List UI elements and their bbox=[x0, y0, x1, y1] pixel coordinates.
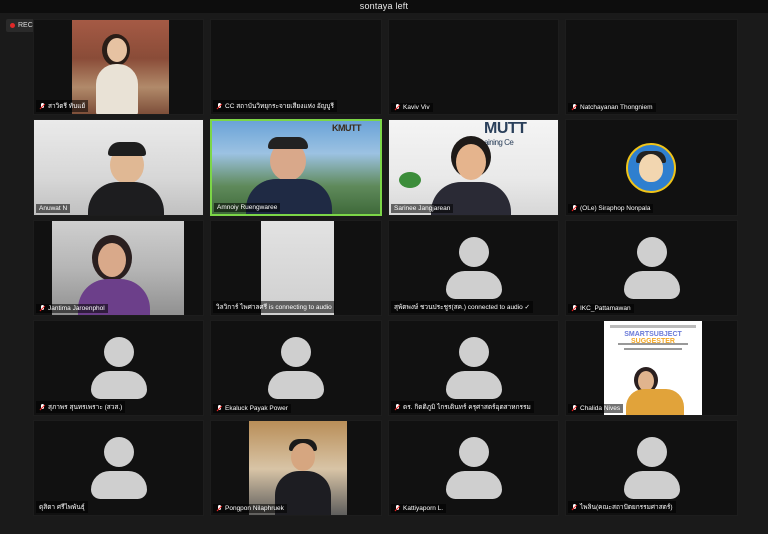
participant-tile[interactable]: Pongpon Nilaphruek bbox=[210, 420, 382, 516]
tile-sign: KMUTT bbox=[332, 123, 362, 133]
recording-label: REC bbox=[18, 22, 33, 29]
window-title: sontaya left bbox=[359, 1, 409, 11]
participant-name-tag: ดร. กิตติภูมิ ไกรเดินทร์ ครุศาสตร์อุตสาห… bbox=[391, 401, 534, 413]
participant-tile[interactable]: สาวิตรี ทับแย้ bbox=[33, 19, 204, 115]
kmutt-sign: MUTT aining Ce bbox=[484, 120, 558, 170]
participant-name-tag: Pongpon Nilaphruek bbox=[213, 504, 287, 513]
participant-name: (OLe) Siraphop Nonpala bbox=[580, 205, 651, 212]
participant-name: ดุสิตา ศรีไพพันธุ์ bbox=[39, 504, 85, 511]
participant-tile[interactable]: Natchayanan Thongniem bbox=[565, 19, 738, 115]
participant-name: Sarinee Jangjarean bbox=[394, 205, 451, 212]
profile-picture bbox=[626, 143, 676, 193]
avatar-placeholder bbox=[90, 437, 147, 499]
participant-name-tag: Kattiyaporn L. bbox=[391, 504, 447, 513]
participant-name-tag: Sarinee Jangjarean bbox=[391, 204, 454, 213]
participant-name: ดร. กิตติภูมิ ไกรเดินทร์ ครุศาสตร์อุตสาห… bbox=[403, 404, 531, 411]
participant-tile[interactable]: SMARTSUBJECT SUGGESTER Chalida Nives bbox=[565, 320, 738, 416]
participant-name-tag: Natchayanan Thongniem bbox=[568, 103, 656, 112]
participant-name-tag: CC สถาบันวิทยุกระจายเสียงแห่ง อัญบูรี bbox=[213, 100, 337, 112]
participant-video bbox=[249, 421, 347, 515]
participant-tile[interactable]: MUTT aining Ce Sarinee Jangjarean bbox=[388, 119, 559, 216]
participant-name-tag: Jantima Jaroenphol bbox=[36, 304, 108, 313]
participant-tile[interactable]: สุพัตพงษ์ ชวนประชูร(สค.) connected to au… bbox=[388, 220, 559, 316]
avatar-placeholder bbox=[90, 337, 147, 399]
avatar-placeholder bbox=[623, 437, 680, 499]
participant-name-tag: สาวิตรี ทับแย้ bbox=[36, 100, 89, 112]
participant-name: CC สถาบันวิทยุกระจายเสียงแห่ง อัญบูรี bbox=[225, 103, 334, 110]
participant-tile[interactable]: สุภาพร สุนทรเพราะ (สวส.) bbox=[33, 320, 204, 416]
participant-tile[interactable]: Kaviv Viv bbox=[388, 19, 559, 115]
participant-video: KMUTT bbox=[212, 121, 380, 214]
participant-tile[interactable]: Kattiyaporn L. bbox=[388, 420, 559, 516]
participant-name-tag: สุภาพร สุนทรเพราะ (สวส.) bbox=[36, 401, 126, 413]
participant-tile[interactable]: ไพลิน(คณะสถาปัตยกรรมศาสตร์) bbox=[565, 420, 738, 516]
avatar-placeholder bbox=[445, 337, 502, 399]
participant-name: วิลวิการ์ ไพศาลศรี is connecting to audi… bbox=[216, 304, 332, 311]
kmutt-sign-main: MUTT bbox=[484, 120, 527, 137]
mic-muted-icon bbox=[39, 305, 46, 312]
mic-muted-icon bbox=[216, 102, 223, 110]
participant-name-tag: (OLe) Siraphop Nonpala bbox=[568, 204, 654, 213]
mic-muted-icon bbox=[216, 405, 223, 412]
participant-video: MUTT aining Ce bbox=[389, 120, 558, 215]
kmutt-sign-sub: aining Ce bbox=[484, 138, 514, 147]
participant-tile[interactable]: Ekaluck Payak Power bbox=[210, 320, 382, 416]
participant-name-tag: สุพัตพงษ์ ชวนประชูร(สค.) connected to au… bbox=[391, 301, 533, 313]
title-bar: sontaya left bbox=[0, 0, 768, 13]
participant-tile-active-speaker[interactable]: KMUTT Amnoiy Ruengwaree bbox=[210, 119, 382, 216]
participant-name-tag: ดุสิตา ศรีไพพันธุ์ bbox=[36, 501, 88, 513]
participant-tile[interactable]: ดุสิตา ศรีไพพันธุ์ bbox=[33, 420, 204, 516]
mic-muted-icon bbox=[571, 305, 578, 312]
record-dot-icon bbox=[10, 23, 15, 28]
avatar-placeholder bbox=[268, 337, 324, 399]
participant-name-tag: Chalida Nives bbox=[568, 404, 624, 413]
participant-tile[interactable]: Jantima Jaroenphol bbox=[33, 220, 204, 316]
mic-muted-icon bbox=[571, 104, 578, 111]
participant-video bbox=[52, 221, 184, 315]
participant-tile[interactable]: CC สถาบันวิทยุกระจายเสียงแห่ง อัญบูรี bbox=[210, 19, 382, 115]
participant-name: สุภาพร สุนทรเพราะ (สวส.) bbox=[48, 404, 123, 411]
participant-name-tag: IKC_Pattamawan bbox=[568, 304, 634, 313]
participant-name-tag: Anuwat N bbox=[36, 204, 71, 213]
participant-name-tag: Amnoiy Ruengwaree bbox=[214, 203, 281, 212]
participant-name-tag: Kaviv Viv bbox=[391, 103, 433, 112]
mic-muted-icon bbox=[394, 403, 401, 411]
participant-name: Anuwat N bbox=[39, 205, 68, 212]
poster-brand-a: SMARTSUBJECT bbox=[624, 331, 682, 338]
participant-name: Pongpon Nilaphruek bbox=[225, 505, 284, 512]
participant-name: Kaviv Viv bbox=[403, 104, 430, 111]
participant-video: SMARTSUBJECT SUGGESTER bbox=[604, 321, 702, 415]
mic-muted-icon bbox=[216, 505, 223, 512]
participant-tile[interactable]: (OLe) Siraphop Nonpala bbox=[565, 119, 738, 216]
participant-tile[interactable]: Anuwat N bbox=[33, 119, 204, 216]
participant-name: Kattiyaporn L. bbox=[403, 505, 444, 512]
mic-muted-icon bbox=[394, 505, 401, 512]
participant-name: Amnoiy Ruengwaree bbox=[217, 204, 278, 211]
participant-name: สุพัตพงษ์ ชวนประชูร(สค.) connected to au… bbox=[394, 304, 530, 311]
participant-name-tag: ไพลิน(คณะสถาปัตยกรรมศาสตร์) bbox=[568, 501, 676, 513]
participant-name: Chalida Nives bbox=[580, 405, 621, 412]
mic-muted-icon bbox=[394, 104, 401, 111]
participant-name: สาวิตรี ทับแย้ bbox=[48, 103, 86, 110]
mic-muted-icon bbox=[571, 503, 578, 511]
mic-muted-icon bbox=[571, 205, 578, 212]
avatar-placeholder bbox=[445, 437, 502, 499]
gallery-grid: สาวิตรี ทับแย้ CC สถาบันวิทยุกระจายเสียง… bbox=[33, 19, 738, 516]
participant-name: Ekaluck Payak Power bbox=[225, 405, 288, 412]
participant-name: IKC_Pattamawan bbox=[580, 305, 631, 312]
participant-name: Jantima Jaroenphol bbox=[48, 305, 105, 312]
avatar-placeholder bbox=[445, 237, 502, 299]
participant-tile[interactable]: วิลวิการ์ ไพศาลศรี is connecting to audi… bbox=[210, 220, 382, 316]
participant-video bbox=[34, 120, 203, 215]
mic-muted-icon bbox=[39, 102, 46, 110]
participant-name: ไพลิน(คณะสถาปัตยกรรมศาสตร์) bbox=[580, 504, 673, 511]
avatar-placeholder bbox=[623, 237, 680, 299]
participant-name-tag: Ekaluck Payak Power bbox=[213, 404, 291, 413]
participant-name: Natchayanan Thongniem bbox=[580, 104, 653, 111]
participant-tile[interactable]: ดร. กิตติภูมิ ไกรเดินทร์ ครุศาสตร์อุตสาห… bbox=[388, 320, 559, 416]
mic-muted-icon bbox=[39, 403, 46, 411]
mic-muted-icon bbox=[571, 405, 578, 412]
participant-tile[interactable]: IKC_Pattamawan bbox=[565, 220, 738, 316]
participant-name-tag: วิลวิการ์ ไพศาลศรี is connecting to audi… bbox=[213, 301, 335, 313]
